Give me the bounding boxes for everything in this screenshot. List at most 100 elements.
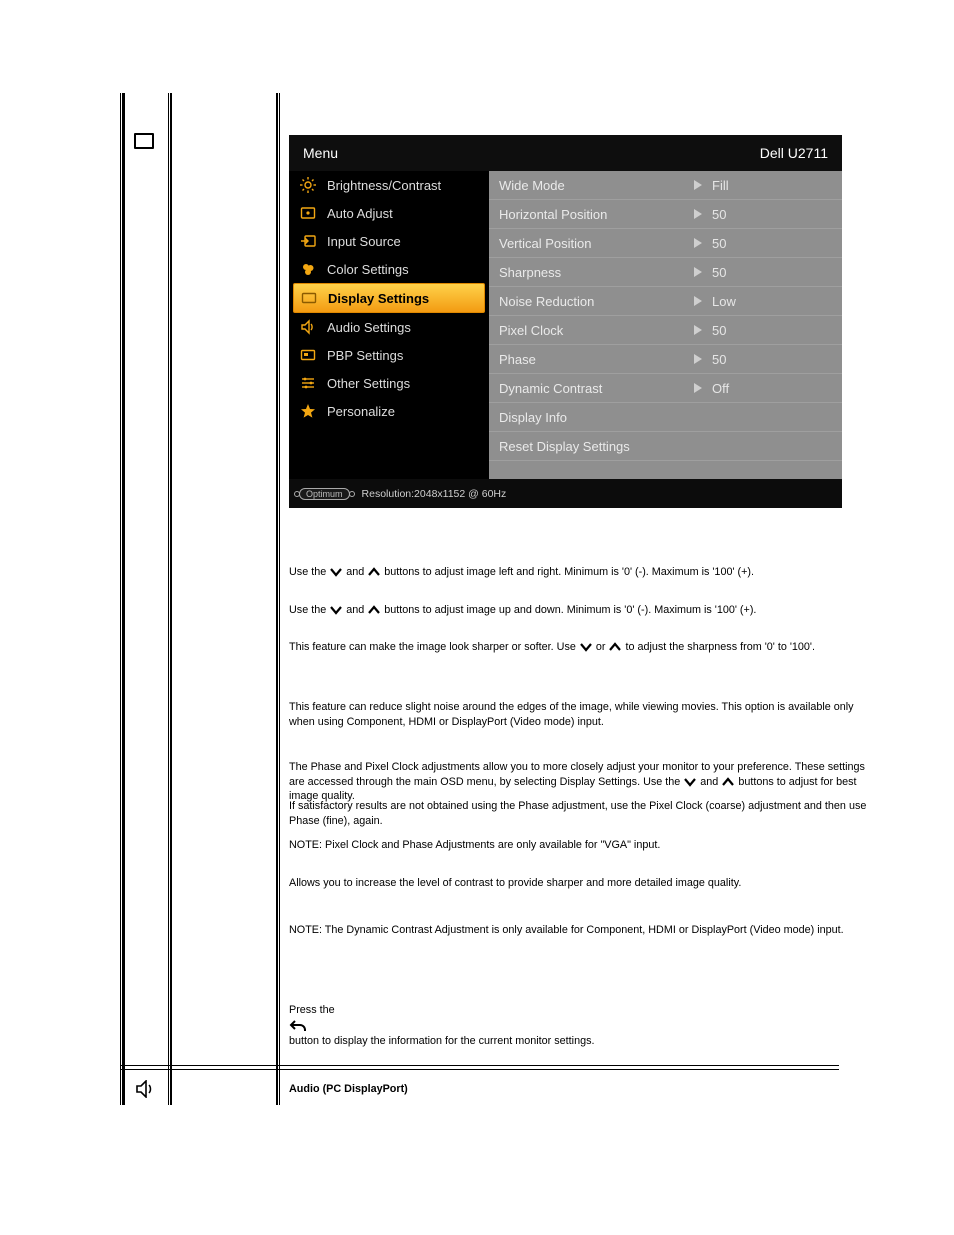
osd-title: Menu [303, 145, 338, 161]
display-icon [300, 289, 318, 307]
chevron-down-icon [329, 604, 343, 616]
back-icon [289, 1018, 874, 1034]
input-icon [299, 232, 317, 250]
chevron-up-icon [367, 604, 381, 616]
osd-menu-item[interactable]: Personalize [289, 397, 489, 425]
osd-setting-label: Noise Reduction [499, 294, 694, 309]
osd-setting-label: Display Info [499, 410, 832, 425]
auto-icon [299, 204, 317, 222]
pbp-icon [299, 346, 317, 364]
osd-menu-item[interactable]: Color Settings [289, 255, 489, 283]
osd-setting-row[interactable]: Horizontal Position 50 [489, 200, 842, 229]
other-icon [299, 374, 317, 392]
osd-setting-row[interactable]: Pixel Clock 50 [489, 316, 842, 345]
osd-setting-row[interactable]: Wide Mode Fill [489, 171, 842, 200]
triangle-right-icon [694, 209, 702, 219]
display-icon [134, 133, 154, 149]
osd-setting-value: 50 [712, 352, 832, 367]
osd-right-column: Wide ModeFillHorizontal Position50Vertic… [489, 171, 842, 479]
triangle-right-icon [694, 180, 702, 190]
speaker-icon [134, 1080, 156, 1096]
osd-setting-row[interactable]: Noise Reduction Low [489, 287, 842, 316]
osd-model: Dell U2711 [760, 145, 828, 161]
osd-setting-value: 50 [712, 236, 832, 251]
osd-setting-label: Dynamic Contrast [499, 381, 694, 396]
osd-header: Menu Dell U2711 [289, 135, 842, 171]
osd-setting-label: Pixel Clock [499, 323, 694, 338]
osd-menu-item[interactable]: Brightness/Contrast [289, 171, 489, 199]
doc-paragraph: Use the and buttons to adjust image up a… [289, 603, 874, 618]
personalize-icon [299, 402, 317, 420]
osd-footer: Optimum Resolution:2048x1152 @ 60Hz [289, 479, 842, 508]
brightness-icon [299, 176, 317, 194]
osd-setting-row[interactable]: Dynamic Contrast Off [489, 374, 842, 403]
doc-paragraph: Use the and buttons to adjust image left… [289, 565, 874, 580]
chevron-up-icon [721, 776, 735, 788]
triangle-right-icon [694, 238, 702, 248]
chevron-down-icon [683, 776, 697, 788]
osd-menu-item-label: Other Settings [327, 376, 410, 391]
chevron-down-icon [329, 566, 343, 578]
doc-paragraph: Allows you to increase the level of cont… [289, 876, 874, 891]
column-rule [170, 93, 172, 1105]
doc-note: NOTE: Pixel Clock and Phase Adjustments … [289, 838, 874, 853]
row-heading: Audio (PC DisplayPort) [289, 1082, 874, 1097]
osd-setting-label: Wide Mode [499, 178, 694, 193]
osd-menu-item-label: Input Source [327, 234, 401, 249]
doc-paragraph: This feature can reduce slight noise aro… [289, 700, 874, 729]
osd-setting-value: 50 [712, 323, 832, 338]
osd-setting-value: Fill [712, 178, 832, 193]
triangle-right-icon [694, 325, 702, 335]
chevron-down-icon [579, 641, 593, 653]
osd-setting-label: Sharpness [499, 265, 694, 280]
osd-menu-item-label: Audio Settings [327, 320, 411, 335]
osd-setting-label: Reset Display Settings [499, 439, 832, 454]
osd-menu-item[interactable]: Display Settings [293, 283, 485, 313]
osd-setting-label: Vertical Position [499, 236, 694, 251]
triangle-right-icon [694, 267, 702, 277]
timing-badge: Optimum [299, 488, 350, 500]
osd-menu-item[interactable]: Auto Adjust [289, 199, 489, 227]
triangle-right-icon [694, 296, 702, 306]
osd-setting-label: Horizontal Position [499, 207, 694, 222]
osd-left-column: Brightness/Contrast Auto Adjust Input Sour… [289, 171, 489, 479]
doc-paragraph: The Phase and Pixel Clock adjustments al… [289, 760, 874, 804]
color-icon [299, 260, 317, 278]
osd-menu-item[interactable]: PBP Settings [289, 341, 489, 369]
osd-menu-item[interactable]: Audio Settings [289, 313, 489, 341]
osd-menu-item-label: Auto Adjust [327, 206, 393, 221]
osd-menu-item-label: Display Settings [328, 291, 429, 306]
osd-setting-row[interactable]: Vertical Position 50 [489, 229, 842, 258]
osd-setting-value: Off [712, 381, 832, 396]
doc-note: NOTE: The Dynamic Contrast Adjustment is… [289, 923, 874, 938]
resolution-text: Resolution:2048x1152 @ 60Hz [362, 488, 507, 500]
column-rule [168, 93, 169, 1105]
osd-setting-label: Phase [499, 352, 694, 367]
osd-setting-row[interactable]: Phase 50 [489, 345, 842, 374]
osd-menu-item[interactable]: Other Settings [289, 369, 489, 397]
osd-menu-item[interactable]: Input Source [289, 227, 489, 255]
osd-setting-row[interactable]: Display Info [489, 403, 842, 432]
doc-paragraph: If satisfactory results are not obtained… [289, 799, 874, 828]
doc-paragraph: This feature can make the image look sha… [289, 640, 874, 655]
chevron-up-icon [608, 641, 622, 653]
osd-setting-value: Low [712, 294, 832, 309]
osd-setting-row[interactable]: Reset Display Settings [489, 432, 842, 461]
osd-setting-row[interactable]: Sharpness 50 [489, 258, 842, 287]
column-rule [120, 93, 121, 1105]
section-divider [120, 1065, 839, 1070]
osd-setting-value: 50 [712, 265, 832, 280]
osd-menu-item-label: Brightness/Contrast [327, 178, 441, 193]
osd-menu: Menu Dell U2711 Brightness/Contrast Auto … [289, 135, 842, 508]
doc-paragraph: Press the button to display the informat… [289, 1003, 874, 1048]
chevron-up-icon [367, 566, 381, 578]
column-rule [276, 93, 278, 1105]
column-rule [279, 93, 280, 1105]
osd-menu-item-label: Personalize [327, 404, 395, 419]
audio-icon [299, 318, 317, 336]
triangle-right-icon [694, 383, 702, 393]
osd-menu-item-label: PBP Settings [327, 348, 403, 363]
osd-setting-value: 50 [712, 207, 832, 222]
triangle-right-icon [694, 354, 702, 364]
column-rule [122, 93, 125, 1105]
